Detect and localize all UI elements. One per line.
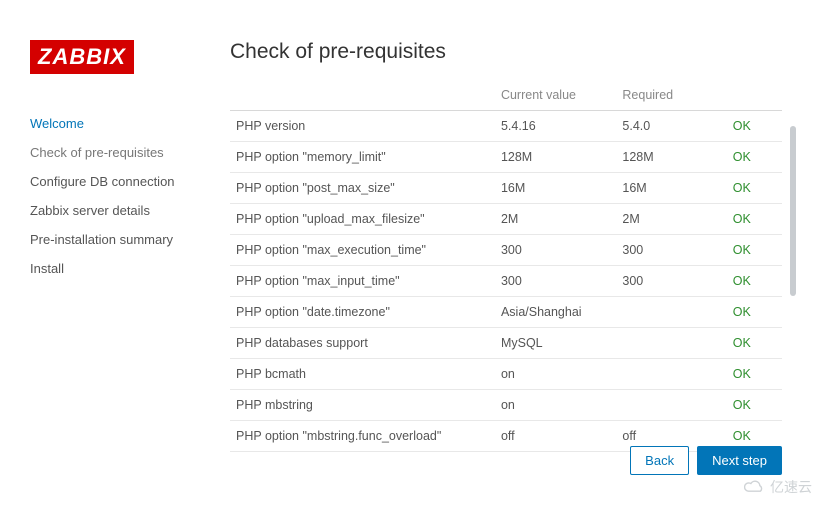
req-status: OK	[727, 266, 782, 297]
req-required: 300	[616, 266, 726, 297]
col-header-status	[727, 88, 782, 111]
req-required	[616, 390, 726, 421]
req-current: 16M	[495, 173, 616, 204]
req-name: PHP option "date.timezone"	[230, 297, 495, 328]
req-status: OK	[727, 359, 782, 390]
req-name: PHP option "post_max_size"	[230, 173, 495, 204]
req-current: 300	[495, 266, 616, 297]
req-status: OK	[727, 235, 782, 266]
req-required	[616, 328, 726, 359]
sidebar-item-0[interactable]: Welcome	[30, 112, 210, 135]
req-status: OK	[727, 173, 782, 204]
req-name: PHP bcmath	[230, 359, 495, 390]
col-header-required: Required	[616, 88, 726, 111]
table-row: PHP mbstringon OK	[230, 390, 782, 421]
table-row: PHP option "max_input_time"300300OK	[230, 266, 782, 297]
table-row: PHP option "upload_max_filesize"2M2MOK	[230, 204, 782, 235]
table-row: PHP option "post_max_size"16M16MOK	[230, 173, 782, 204]
req-name: PHP option "max_execution_time"	[230, 235, 495, 266]
table-row: PHP version5.4.165.4.0OK	[230, 111, 782, 142]
main-content: Check of pre-requisites Current value Re…	[230, 40, 800, 485]
scrollbar-thumb[interactable]	[790, 126, 796, 296]
req-name: PHP databases support	[230, 328, 495, 359]
sidebar-item-2[interactable]: Configure DB connection	[30, 170, 210, 193]
table-row: PHP option "date.timezone"Asia/Shanghai O…	[230, 297, 782, 328]
req-current: 5.4.16	[495, 111, 616, 142]
req-name: PHP option "max_input_time"	[230, 266, 495, 297]
req-status: OK	[727, 142, 782, 173]
page-title: Check of pre-requisites	[230, 40, 782, 64]
req-status: OK	[727, 297, 782, 328]
req-required: 300	[616, 235, 726, 266]
sidebar-item-4[interactable]: Pre-installation summary	[30, 228, 210, 251]
req-status: OK	[727, 390, 782, 421]
nav-steps: Welcome Check of pre-requisites Configure …	[30, 112, 210, 280]
req-required	[616, 359, 726, 390]
table-row: PHP bcmathon OK	[230, 359, 782, 390]
req-current: off	[495, 421, 616, 452]
req-current: on	[495, 359, 616, 390]
back-button[interactable]: Back	[630, 446, 689, 475]
req-current: MySQL	[495, 328, 616, 359]
prerequisites-table: Current value Required PHP version5.4.16…	[230, 88, 782, 452]
req-required: 128M	[616, 142, 726, 173]
req-status: OK	[727, 111, 782, 142]
req-status: OK	[727, 328, 782, 359]
table-row: PHP databases supportMySQL OK	[230, 328, 782, 359]
req-required: 16M	[616, 173, 726, 204]
col-header-name	[230, 88, 495, 111]
col-header-current: Current value	[495, 88, 616, 111]
sidebar-item-3[interactable]: Zabbix server details	[30, 199, 210, 222]
req-current: 300	[495, 235, 616, 266]
req-name: PHP option "mbstring.func_overload"	[230, 421, 495, 452]
req-current: on	[495, 390, 616, 421]
next-step-button[interactable]: Next step	[697, 446, 782, 475]
req-current: 128M	[495, 142, 616, 173]
req-required: 5.4.0	[616, 111, 726, 142]
sidebar-item-1[interactable]: Check of pre-requisites	[30, 141, 210, 164]
req-status: OK	[727, 204, 782, 235]
req-required: 2M	[616, 204, 726, 235]
req-name: PHP mbstring	[230, 390, 495, 421]
req-current: 2M	[495, 204, 616, 235]
logo: ZABBIX	[30, 40, 134, 74]
req-name: PHP option "upload_max_filesize"	[230, 204, 495, 235]
sidebar-item-5[interactable]: Install	[30, 257, 210, 280]
req-required	[616, 297, 726, 328]
button-row: Back Next step	[630, 446, 782, 475]
req-name: PHP option "memory_limit"	[230, 142, 495, 173]
req-current: Asia/Shanghai	[495, 297, 616, 328]
req-name: PHP version	[230, 111, 495, 142]
sidebar: ZABBIX Welcome Check of pre-requisites Con…	[30, 40, 230, 485]
table-row: PHP option "max_execution_time"300300OK	[230, 235, 782, 266]
table-row: PHP option "memory_limit"128M128MOK	[230, 142, 782, 173]
